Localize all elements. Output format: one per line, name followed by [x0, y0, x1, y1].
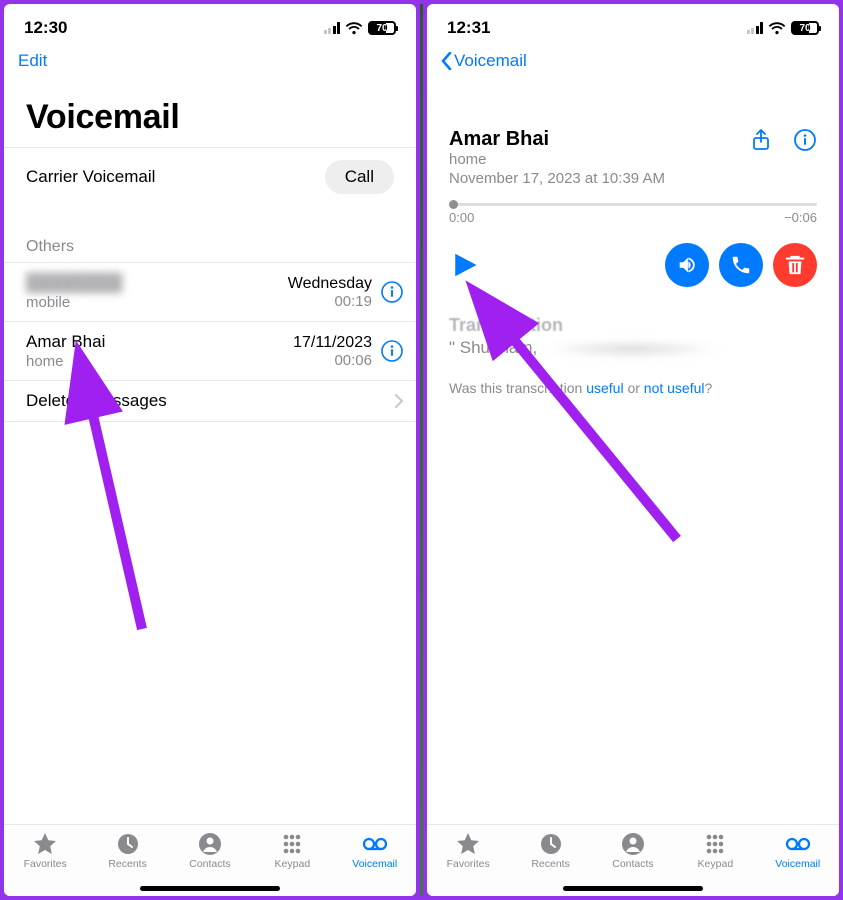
- phone-screen-voicemail-detail: 12:31 70 Voicemail Amar Bhai home Novemb…: [427, 4, 839, 896]
- voicemail-row[interactable]: Amar Bhai home 17/11/2023 00:06: [4, 322, 416, 381]
- tab-recents[interactable]: Recents: [96, 832, 160, 870]
- transcription-feedback: Was this transcription useful or not use…: [449, 380, 817, 396]
- call-back-button[interactable]: [719, 243, 763, 287]
- play-button[interactable]: [449, 250, 479, 280]
- not-useful-link[interactable]: not useful: [644, 380, 705, 396]
- transcription-text: " Shubham,: [449, 338, 817, 358]
- home-indicator[interactable]: [140, 886, 280, 891]
- wifi-icon: [768, 21, 786, 35]
- info-icon[interactable]: [380, 280, 404, 304]
- battery-icon: 70: [791, 21, 819, 35]
- deleted-messages-row[interactable]: Deleted Messages: [4, 381, 416, 422]
- section-header-others: Others: [4, 208, 416, 262]
- detail-label: home: [449, 151, 665, 168]
- status-bar: 12:31 70: [427, 4, 839, 46]
- tab-contacts[interactable]: Contacts: [178, 832, 242, 870]
- voicemail-icon: [784, 832, 812, 856]
- tab-favorites[interactable]: Favorites: [436, 832, 500, 870]
- detail-timestamp: November 17, 2023 at 10:39 AM: [449, 170, 665, 187]
- edit-button[interactable]: Edit: [18, 51, 47, 71]
- status-time: 12:30: [24, 18, 67, 38]
- tab-voicemail[interactable]: Voicemail: [343, 832, 407, 870]
- transcription-title: Transcription: [449, 315, 817, 336]
- share-icon[interactable]: [749, 128, 773, 152]
- phone-screen-voicemail-list: 12:30 70 Edit Voicemail Carrier Voicemai…: [4, 4, 416, 896]
- tab-favorites[interactable]: Favorites: [13, 832, 77, 870]
- info-icon[interactable]: [380, 339, 404, 363]
- chevron-right-icon: [395, 394, 404, 408]
- page-title: Voicemail: [4, 76, 416, 147]
- call-button[interactable]: Call: [325, 160, 394, 194]
- voicemail-name: Amar Bhai: [26, 332, 285, 352]
- speaker-button[interactable]: [665, 243, 709, 287]
- star-icon: [31, 832, 59, 856]
- clock-icon: [114, 832, 142, 856]
- tab-keypad[interactable]: Keypad: [683, 832, 747, 870]
- voicemail-duration: 00:19: [288, 293, 372, 310]
- carrier-label: Carrier Voicemail: [26, 167, 155, 187]
- back-button[interactable]: Voicemail: [441, 51, 527, 71]
- voicemail-list: ████████ mobile Wednesday 00:19 Amar Bha…: [4, 262, 416, 422]
- chevron-left-icon: [441, 52, 452, 70]
- voicemail-subtitle: mobile: [26, 294, 280, 311]
- voicemail-date: 17/11/2023: [293, 334, 372, 352]
- info-icon[interactable]: [793, 128, 817, 152]
- deleted-messages-label: Deleted Messages: [26, 391, 167, 410]
- voicemail-name-redacted: ████████: [26, 273, 280, 293]
- voicemail-subtitle: home: [26, 353, 285, 370]
- cellular-icon: [324, 22, 341, 34]
- person-icon: [619, 832, 647, 856]
- elapsed-time: 0:00: [449, 210, 474, 225]
- star-icon: [454, 832, 482, 856]
- back-label: Voicemail: [454, 51, 527, 71]
- keypad-icon: [701, 832, 729, 856]
- tab-voicemail[interactable]: Voicemail: [766, 832, 830, 870]
- tab-keypad[interactable]: Keypad: [260, 832, 324, 870]
- useful-link[interactable]: useful: [586, 380, 623, 396]
- voicemail-icon: [361, 832, 389, 856]
- keypad-icon: [278, 832, 306, 856]
- voicemail-duration: 00:06: [293, 352, 372, 369]
- status-time: 12:31: [447, 18, 490, 38]
- voicemail-row[interactable]: ████████ mobile Wednesday 00:19: [4, 263, 416, 322]
- nav-bar: Edit: [4, 46, 416, 76]
- detail-name: Amar Bhai: [449, 128, 665, 151]
- voicemail-date: Wednesday: [288, 275, 372, 293]
- tab-recents[interactable]: Recents: [519, 832, 583, 870]
- battery-icon: 70: [368, 21, 396, 35]
- nav-bar: Voicemail: [427, 46, 839, 76]
- scrubber[interactable]: 0:00 −0:06: [449, 203, 817, 225]
- carrier-voicemail-row: Carrier Voicemail Call: [4, 147, 416, 208]
- status-bar: 12:30 70: [4, 4, 416, 46]
- remaining-time: −0:06: [784, 210, 817, 225]
- clock-icon: [537, 832, 565, 856]
- home-indicator[interactable]: [563, 886, 703, 891]
- wifi-icon: [345, 21, 363, 35]
- delete-button[interactable]: [773, 243, 817, 287]
- cellular-icon: [747, 22, 764, 34]
- tab-contacts[interactable]: Contacts: [601, 832, 665, 870]
- person-icon: [196, 832, 224, 856]
